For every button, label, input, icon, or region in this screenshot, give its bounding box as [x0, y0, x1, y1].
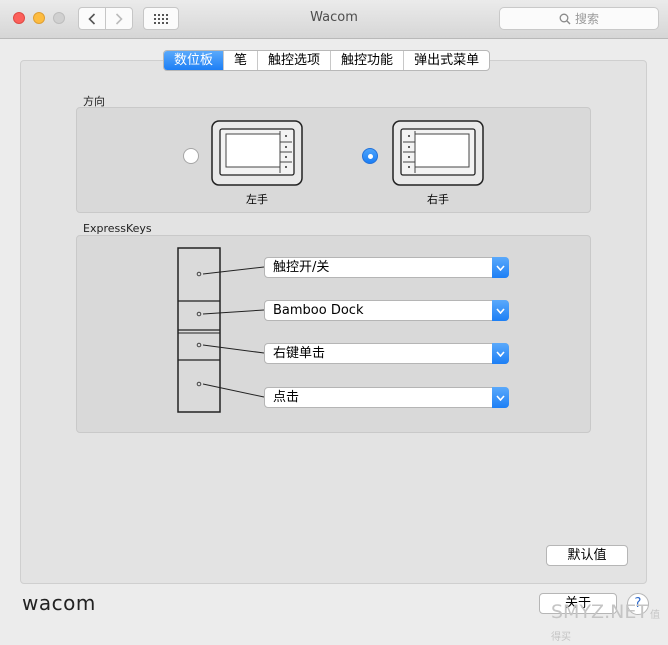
- tab-pen[interactable]: 笔: [224, 51, 259, 70]
- right-hand-radio[interactable]: [362, 148, 378, 164]
- left-hand-radio[interactable]: [183, 148, 199, 164]
- search-input[interactable]: 搜索: [499, 7, 659, 30]
- expresskey-2-select[interactable]: Bamboo Dock: [264, 300, 509, 321]
- expresskey-4-value: 点击: [273, 390, 300, 405]
- expresskey-2-value: Bamboo Dock: [273, 303, 364, 318]
- tab-touch-functions[interactable]: 触控功能: [331, 51, 405, 70]
- dropdown-arrow-icon: [492, 343, 509, 364]
- watermark: SMYZ.NET 值得买: [551, 601, 668, 645]
- tab-bar: 数位板 笔 触控选项 触控功能 弹出式菜单: [163, 50, 491, 71]
- expresskey-1-select[interactable]: 触控开/关: [264, 257, 509, 278]
- left-hand-label: 左手: [246, 193, 268, 206]
- tab-touch-options[interactable]: 触控选项: [258, 51, 332, 70]
- right-hand-label: 右手: [427, 193, 449, 206]
- expresskeys-group-label: ExpressKeys: [83, 222, 152, 235]
- dropdown-arrow-icon: [492, 387, 509, 408]
- title-bar: Wacom 搜索: [0, 0, 668, 39]
- tab-radial-menu[interactable]: 弹出式菜单: [404, 51, 489, 70]
- dropdown-arrow-icon: [492, 300, 509, 321]
- defaults-button[interactable]: 默认值: [546, 545, 628, 566]
- search-placeholder: 搜索: [574, 12, 599, 26]
- expresskey-1-value: 触控开/关: [273, 260, 330, 275]
- wacom-logo: wacom: [22, 591, 96, 615]
- expresskey-4-select[interactable]: 点击: [264, 387, 509, 408]
- right-hand-tablet-icon: [392, 120, 484, 186]
- expresskey-3-select[interactable]: 右键单击: [264, 343, 509, 364]
- dropdown-arrow-icon: [492, 257, 509, 278]
- orientation-group: [76, 107, 591, 213]
- expresskeys-diagram: [177, 247, 265, 413]
- search-icon: [559, 13, 571, 24]
- expresskey-3-value: 右键单击: [273, 346, 326, 361]
- watermark-text: SMYZ.NET: [551, 601, 648, 623]
- left-hand-tablet-icon: [211, 120, 303, 186]
- tab-tablet[interactable]: 数位板: [164, 51, 225, 70]
